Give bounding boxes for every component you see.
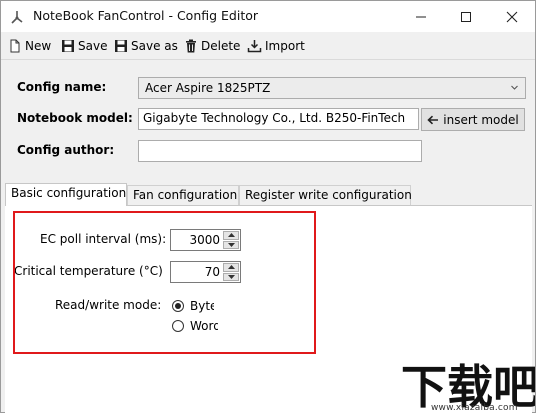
tab-label: Fan configuration	[133, 188, 238, 202]
tab-fan-configuration[interactable]: Fan configuration	[127, 185, 239, 205]
trash-icon	[186, 39, 196, 53]
notebook-model-field[interactable]: Gigabyte Technology Co., Ltd. B250-FinTe…	[138, 108, 419, 130]
title-bar[interactable]: NoteBook FanControl - Config Editor	[1, 1, 535, 32]
tab-label: Register write configuration	[245, 188, 412, 202]
save-button[interactable]: Save	[61, 37, 107, 55]
save-as-label: Save as	[131, 39, 178, 53]
notebook-model-value: Gigabyte Technology Co., Ltd. B250-FinTe…	[143, 111, 406, 125]
watermark-url: www.xiazaiba.com	[431, 403, 518, 413]
config-tabs: Basic configuration Fan configuration Re…	[5, 183, 533, 206]
delete-button[interactable]: Delete	[184, 37, 240, 55]
maximize-button[interactable]	[443, 1, 489, 32]
tab-register-write-configuration[interactable]: Register write configuration	[239, 185, 412, 205]
config-name-label: Config name:	[17, 80, 107, 94]
config-name-select[interactable]: Acer Aspire 1825PTZ	[138, 77, 526, 99]
config-editor-window: NoteBook FanControl - Config Editor New	[0, 0, 536, 413]
save-as-button[interactable]: Save as	[114, 37, 178, 55]
notebook-model-label: Notebook model:	[17, 111, 133, 125]
import-label: Import	[265, 39, 305, 53]
save-label: Save	[78, 39, 108, 53]
config-author-label: Config author:	[17, 143, 115, 157]
new-label: New	[25, 39, 52, 53]
config-name-value: Acer Aspire 1825PTZ	[145, 81, 271, 95]
tab-label: Basic configuration	[11, 186, 127, 200]
save-as-disk-icon	[115, 40, 127, 52]
new-button[interactable]: New	[8, 37, 51, 55]
insert-model-button[interactable]: insert model	[421, 108, 525, 131]
fan-app-icon	[9, 9, 25, 25]
minimize-icon	[416, 16, 426, 17]
tab-basic-configuration[interactable]: Basic configuration	[5, 183, 127, 206]
save-disk-icon	[62, 40, 74, 52]
highlight-box	[13, 211, 316, 354]
config-author-field[interactable]	[138, 140, 422, 162]
toolbar: New Save Save as Delete Import	[1, 32, 535, 60]
close-button[interactable]	[489, 1, 535, 32]
window-title: NoteBook FanControl - Config Editor	[33, 8, 259, 23]
import-button[interactable]: Import	[247, 37, 305, 55]
chevron-down-icon	[511, 85, 518, 90]
insert-model-label: insert model	[443, 112, 519, 127]
new-file-icon	[10, 39, 20, 53]
import-icon	[247, 40, 262, 53]
maximize-icon	[461, 11, 471, 22]
minimize-button[interactable]	[398, 1, 444, 32]
delete-label: Delete	[201, 39, 241, 53]
arrow-left-icon	[427, 115, 439, 124]
close-icon	[506, 11, 518, 22]
